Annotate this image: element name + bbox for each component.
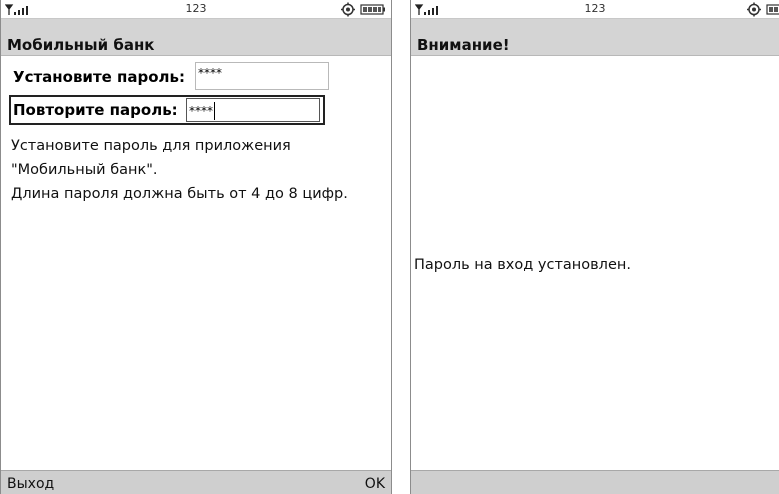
alert-message: Пароль на вход установлен. — [414, 257, 631, 273]
left-phone-screen: 123 Мобильный банк Установите пароль: **… — [0, 0, 392, 494]
status-bar: 123 — [1, 0, 391, 19]
repeat-password-input[interactable]: **** — [186, 98, 320, 122]
status-clock: 123 — [584, 2, 606, 15]
set-password-row: Установите пароль: **** — [9, 62, 331, 92]
screen-title-bar: Мобильный банк — [1, 19, 391, 56]
set-password-input[interactable]: **** — [195, 62, 329, 90]
right-phone-screen: 123 Внимание! Пароль на вход установлен. — [410, 0, 779, 494]
status-bar: 123 — [411, 0, 779, 19]
ok-softkey[interactable]: OK — [365, 476, 385, 492]
set-password-label: Установите пароль: — [13, 68, 186, 86]
alert-title-bar: Внимание! — [411, 19, 779, 56]
hint-line-3: Длина пароля должна быть от 4 до 8 цифр. — [11, 186, 348, 202]
exit-softkey[interactable]: Выход — [7, 476, 54, 492]
status-icons — [341, 2, 385, 17]
repeat-password-row: Повторите пароль: **** — [9, 95, 325, 125]
hint-line-2: "Мобильный банк". — [11, 162, 158, 178]
status-clock: 123 — [185, 2, 207, 15]
repeat-password-value: **** — [189, 104, 213, 118]
softkey-bar: Выход OK — [1, 470, 391, 494]
battery-icon — [360, 4, 385, 15]
status-icons — [747, 2, 779, 17]
hint-line-1: Установите пароль для приложения — [11, 138, 291, 154]
gear-icon — [341, 2, 355, 17]
text-caret — [214, 102, 215, 120]
gear-icon — [747, 2, 761, 17]
softkey-bar — [411, 470, 779, 494]
password-hint: Установите пароль для приложения "Мобиль… — [11, 134, 381, 206]
repeat-password-label: Повторите пароль: — [13, 101, 178, 119]
screen-title: Мобильный банк — [7, 36, 155, 54]
alert-content: Пароль на вход установлен. — [411, 56, 779, 470]
alert-title: Внимание! — [417, 36, 510, 54]
battery-icon — [766, 4, 779, 15]
password-form: Установите пароль: **** Повторите пароль… — [1, 56, 391, 470]
